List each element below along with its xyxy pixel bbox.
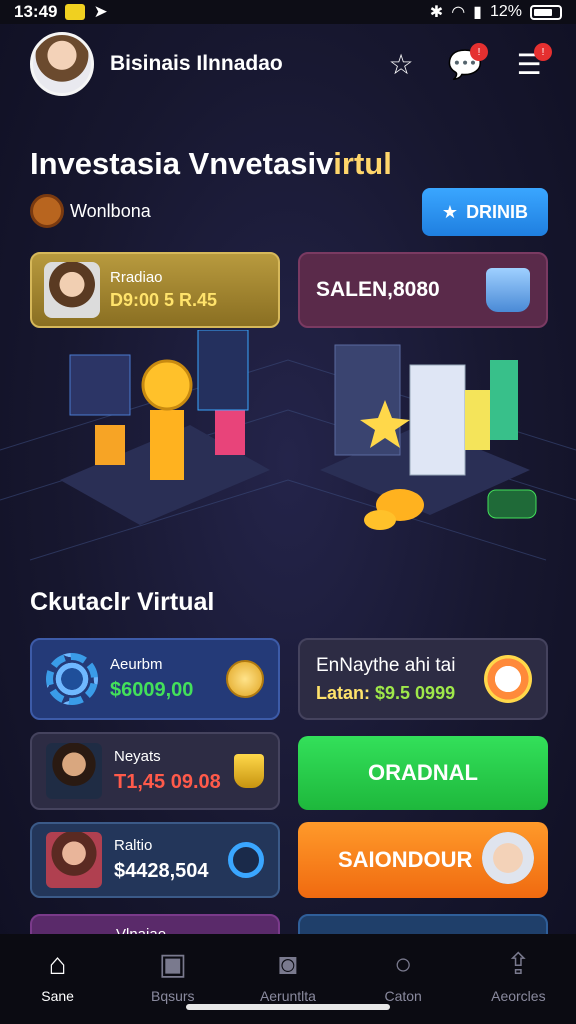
bag-icon: ▣ [158, 948, 187, 981]
tile-label: EnNaythe ahi tai [316, 654, 456, 676]
tile-label: Raltio [114, 837, 153, 854]
tab-label: Aeruntlta [259, 988, 316, 1004]
subtitle-row: Wonlbona [30, 194, 151, 228]
chat-badge: ! [470, 43, 488, 61]
wifi-icon: ◠ [451, 4, 466, 21]
refresh-icon [228, 842, 264, 878]
tab-label: Bqsurs [150, 988, 195, 1004]
user-avatar [44, 262, 100, 318]
tab-label: Sane [41, 988, 74, 1004]
tab-share[interactable]: ⇪ Aeorcles [468, 948, 568, 1024]
title-accent: irtul [333, 146, 392, 181]
orange-action-label: SAIONDOUR [338, 847, 473, 872]
star-icon[interactable]: ☆ [384, 47, 418, 81]
tile-value-amount: $9.5 0999 [375, 682, 456, 703]
tile-value-prefix: Latan: [316, 682, 376, 703]
home-indicator [186, 1004, 390, 1010]
tab-bag[interactable]: ▣ Bqsurs [123, 948, 223, 1024]
sun-mascot-icon [484, 655, 532, 703]
user-avatar [46, 832, 102, 888]
tab-home[interactable]: ⌂ Sane [8, 948, 108, 1024]
title-main: Investasia Vnvetasiv [30, 146, 334, 181]
menu-badge: ! [534, 43, 552, 61]
section-title: Ckutaclr Virtual [30, 588, 215, 616]
status-icons: ✱ ◠ ▮ 12% [430, 2, 562, 22]
search-icon: ○ [394, 948, 413, 981]
sales-label: SALEN,8080 [316, 278, 440, 301]
signal-icon: ▮ [473, 4, 482, 21]
green-action-button[interactable]: ORADNAL [298, 736, 548, 810]
app-notification-icon [65, 4, 86, 20]
chat-icon[interactable]: 💬! [448, 43, 488, 81]
menu-icon[interactable]: ☰! [512, 43, 552, 81]
status-time: 13:49 [14, 2, 58, 21]
tab-label: Caton [384, 988, 422, 1004]
gear-icon [46, 653, 98, 705]
location-icon: ➤ [93, 2, 108, 21]
page-title: Investasia Vnvetasivirtul [30, 146, 392, 182]
asset-tile-5[interactable]: Raltio $4428,504 [30, 822, 280, 898]
tab-camera[interactable]: ◙ Aeruntlta [238, 948, 338, 1024]
primary-action-button[interactable]: ★ DRINIB [422, 188, 548, 236]
tile-value: Latan: $9.5 0999 [316, 683, 455, 704]
tile-value: $4428,504 [114, 860, 209, 882]
battery-icon [530, 4, 562, 20]
cookie-icon [30, 194, 64, 228]
status-bar: 13:49 ➤ ✱ ◠ ▮ 12% [0, 0, 576, 24]
investment-illustration [0, 330, 576, 561]
share-icon: ⇪ [505, 948, 531, 981]
trophy-icon [234, 754, 264, 788]
coin-icon [226, 660, 264, 698]
profile-avatar[interactable] [30, 32, 94, 96]
balance-value: D9:00 5 R.45 [110, 290, 218, 310]
app-header: Bisinais Ilnnadao ☆ 💬! ☰! [0, 24, 576, 104]
home-icon: ⌂ [48, 948, 67, 981]
header-title: Bisinais Ilnnadao [110, 52, 283, 75]
tile-value: T1,45 09.08 [114, 771, 221, 793]
sales-card[interactable]: SALEN,8080 [298, 252, 548, 328]
balance-label: Rradiao [110, 269, 163, 286]
primary-action-label: DRINIB [466, 201, 529, 222]
asset-tile-2[interactable]: EnNaythe ahi tai Latan: $9.5 0999 [298, 638, 548, 720]
subtitle: Wonlbona [70, 200, 151, 221]
camera-icon: ◙ [278, 948, 298, 981]
bottom-tab-bar: ⌂ Sane ▣ Bqsurs ◙ Aeruntlta ○ Caton ⇪ Ae… [0, 934, 576, 1024]
user-avatar [46, 743, 102, 799]
header-actions: ☆ 💬! ☰! [384, 43, 552, 81]
battery-percent: 12% [489, 3, 522, 20]
tile-label: Neyats [114, 748, 161, 765]
asset-tile-3[interactable]: Neyats T1,45 09.08 [30, 732, 280, 810]
tab-search[interactable]: ○ Caton [353, 948, 453, 1024]
asset-tile-1[interactable]: Aeurbm $6009,00 [30, 638, 280, 720]
balance-card[interactable]: Rradiao D9:00 5 R.45 [30, 252, 280, 328]
astronaut-icon [482, 832, 534, 884]
hat-icon [486, 268, 530, 312]
tile-value: $6009,00 [110, 679, 194, 701]
tile-label: Aeurbm [110, 656, 163, 673]
star-icon: ★ [441, 201, 459, 222]
orange-action-button[interactable]: SAIONDOUR [298, 822, 548, 898]
tab-label: Aeorcles [491, 988, 546, 1004]
bluetooth-icon: ✱ [429, 4, 444, 21]
